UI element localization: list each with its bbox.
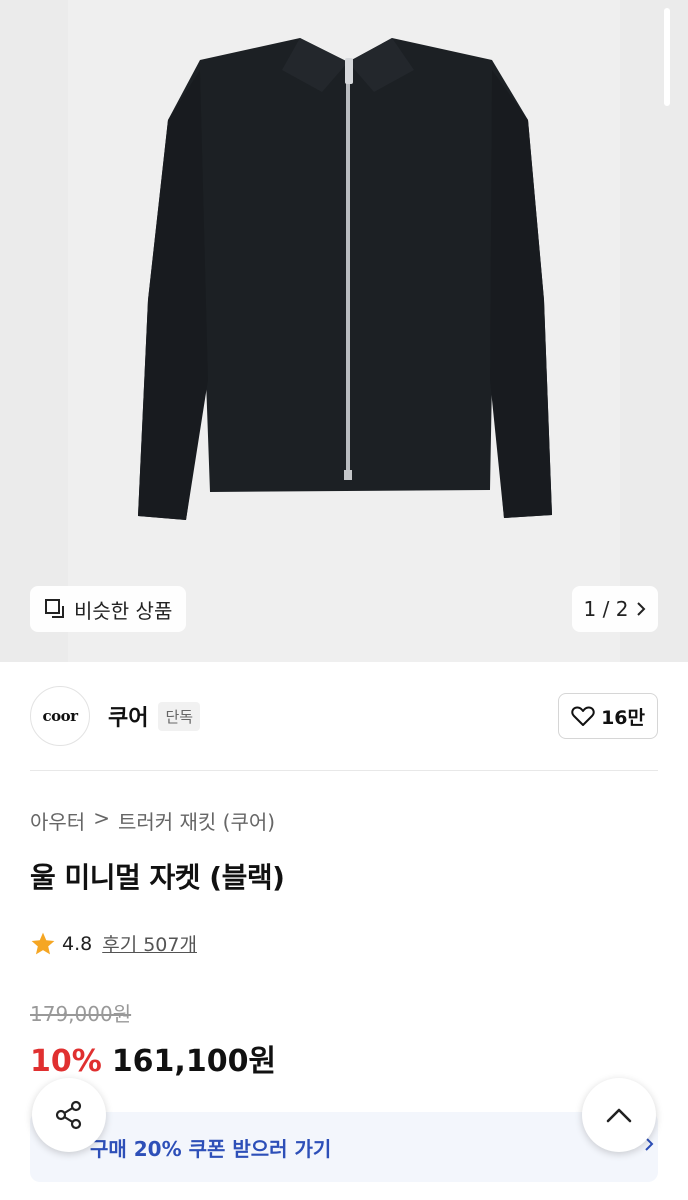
breadcrumb: 아우터 > 트러커 재킷 (쿠어) [30,806,275,835]
breadcrumb-category[interactable]: 아우터 [30,806,85,835]
original-price: 179,000원 [30,1002,132,1026]
like-button[interactable]: 16만 [558,693,658,739]
star-icon [31,932,55,954]
coupon-label: 구매 20% 쿠폰 받으러 가기 [90,1136,332,1161]
coupon-banner[interactable]: 구매 20% 쿠폰 받으러 가기 [30,1112,658,1182]
review-count-link[interactable]: 후기 507개 [102,930,197,957]
similar-products-label: 비슷한 상품 [74,598,173,623]
similar-products-icon [45,599,64,618]
exclusive-badge: 단독 [158,701,201,731]
brand-row: coor 쿠어 단독 16만 [30,686,658,746]
gallery-scrollbar[interactable] [664,8,670,106]
chevron-right-icon [637,602,646,616]
discount-rate: 10% [30,1044,102,1079]
product-image-gallery[interactable]: 비슷한 상품 1 / 2 [0,0,688,662]
price-row: 10% 161,100원 [30,1036,276,1080]
section-divider [30,770,658,771]
breadcrumb-subcategory[interactable]: 트러커 재킷 (쿠어) [118,806,275,835]
share-button[interactable] [32,1078,106,1152]
pager-count: 1 / 2 [583,597,629,621]
brand-name[interactable]: 쿠어 [108,700,148,732]
similar-products-button[interactable]: 비슷한 상품 [30,586,187,632]
heart-outline-icon [571,706,595,726]
like-count: 16만 [601,706,645,729]
brand-logo-text: coor [42,707,78,725]
sale-price: 161,100원 [111,1044,277,1079]
share-icon [55,1100,82,1130]
product-rating: 4.8 후기 507개 [30,930,197,957]
breadcrumb-separator: > [93,806,110,830]
brand-logo[interactable]: coor [30,686,90,746]
product-title: 울 미니멀 자켓 (블랙) [30,861,285,894]
jacket-product-photo [138,38,552,520]
rating-score: 4.8 [62,932,93,955]
image-pager[interactable]: 1 / 2 [572,586,658,632]
chevron-up-icon [606,1108,632,1123]
scroll-to-top-button[interactable] [582,1078,656,1152]
